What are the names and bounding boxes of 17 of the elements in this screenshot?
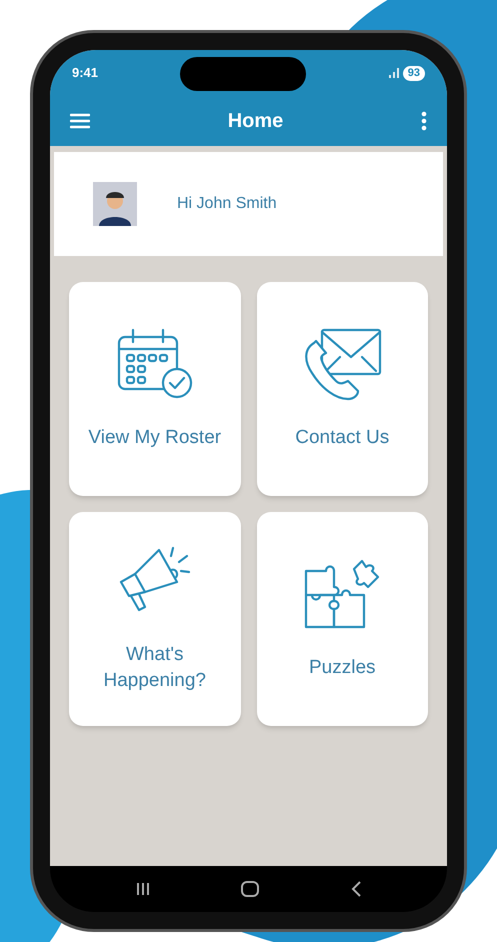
menu-icon	[70, 113, 90, 129]
menu-tile[interactable]: Puzzles	[256, 512, 428, 726]
more-options-button[interactable]	[420, 111, 427, 131]
app-title: Home	[228, 109, 284, 134]
signal-icon	[388, 68, 399, 78]
menu-tile[interactable]: View My Roster	[69, 282, 240, 496]
greeting-text: Hi John Smith	[177, 194, 277, 214]
home-icon[interactable]	[241, 881, 260, 897]
avatar-silhouette	[93, 182, 137, 226]
menu-button[interactable]	[70, 113, 90, 129]
more-options-icon	[420, 111, 427, 131]
menu-tile[interactable]: Contact Us	[256, 282, 428, 496]
battery-level: 93	[402, 66, 425, 80]
back-icon[interactable]	[351, 881, 362, 897]
status-time: 9:41	[72, 64, 98, 82]
menu-tile[interactable]: What's Happening?	[69, 512, 240, 726]
recent-apps-icon[interactable]	[136, 882, 150, 896]
